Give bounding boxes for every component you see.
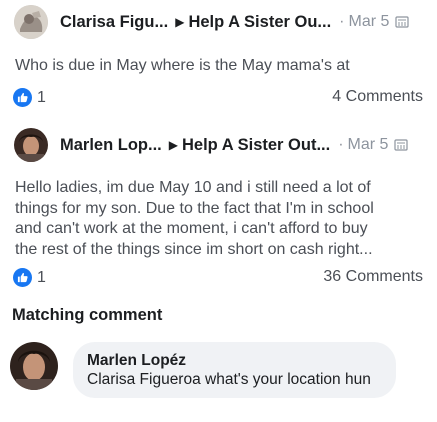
globe-icon xyxy=(394,138,409,152)
post-author[interactable]: Clarisa Figu... xyxy=(60,13,168,32)
post-text[interactable]: Who is due in May where is the May mama'… xyxy=(15,56,423,77)
post-group[interactable]: Help A Sister Out... xyxy=(182,136,330,155)
post-header: Marlen Lop... ▶ Help A Sister Out... · M… xyxy=(14,127,409,163)
dot-separator: · xyxy=(339,13,345,30)
avatar[interactable] xyxy=(10,342,58,390)
comment-text: Clarisa Figueroa what's your location hu… xyxy=(87,371,371,388)
like-count: 1 xyxy=(37,88,46,106)
arrow-right-icon: ▶ xyxy=(175,15,185,29)
post-date[interactable]: Mar 5 xyxy=(348,136,389,154)
globe-icon xyxy=(395,15,410,29)
like-icon xyxy=(13,88,32,107)
avatar[interactable] xyxy=(14,128,48,162)
dot-separator: · xyxy=(338,136,344,153)
like-icon xyxy=(13,268,32,287)
post-author[interactable]: Marlen Lop... xyxy=(60,136,162,155)
comment-author[interactable]: Marlen Lopéz xyxy=(87,351,396,370)
like-count: 1 xyxy=(37,268,46,286)
post-group[interactable]: Help A Sister Ou... xyxy=(188,13,331,32)
post-date[interactable]: Mar 5 xyxy=(349,13,390,31)
post-header: Clarisa Figu... ▶ Help A Sister Ou... · … xyxy=(14,4,410,40)
arrow-right-icon: ▶ xyxy=(168,138,178,152)
comment-bubble[interactable]: Marlen Lopéz Clarisa Figueroa what's you… xyxy=(73,342,396,398)
section-title: Matching comment xyxy=(12,306,163,324)
avatar[interactable] xyxy=(14,5,48,39)
reactions[interactable]: 1 xyxy=(13,88,46,107)
reactions[interactable]: 1 xyxy=(13,268,46,287)
comments-link[interactable]: 36 Comments xyxy=(323,268,423,286)
comments-link[interactable]: 4 Comments xyxy=(332,88,423,106)
post-text[interactable]: Hello ladies, im due May 10 and i still … xyxy=(15,178,423,260)
